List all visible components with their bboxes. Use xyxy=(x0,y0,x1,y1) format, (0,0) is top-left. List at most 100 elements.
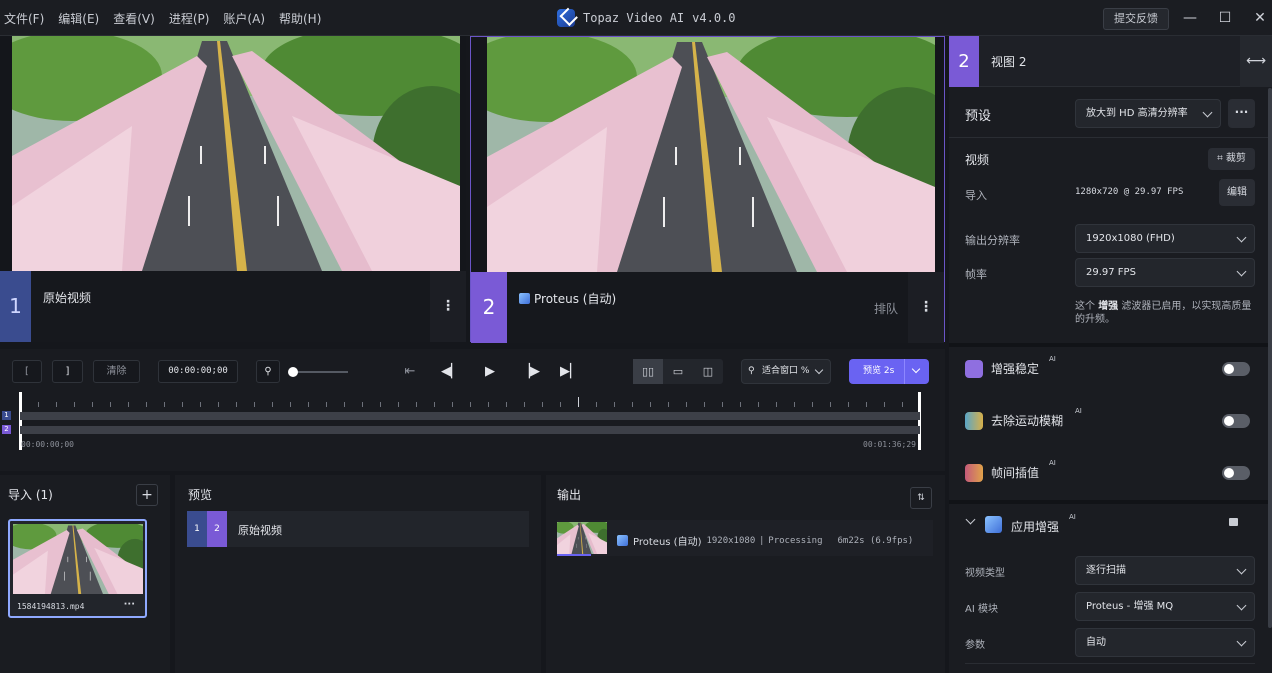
menu-bar: 文件(F) 编辑(E) 查看(V) 进程(P) 账户(A) 帮助(H) xyxy=(4,10,321,27)
preset-more-button[interactable]: ··· xyxy=(1228,99,1255,128)
sort-icon[interactable]: ⇅ xyxy=(910,487,932,509)
menu-account[interactable]: 账户(A) xyxy=(223,10,265,27)
jump-end-icon[interactable]: ▶▏ xyxy=(560,360,580,383)
zoom-fit-select[interactable]: ⚲ 适合窗口 % xyxy=(741,359,831,384)
more-options-icon[interactable]: ⋮ xyxy=(430,271,466,342)
ruler-tick xyxy=(110,402,111,407)
feedback-button[interactable]: 提交反馈 xyxy=(1103,8,1169,30)
view-header: 2 视图 2 ⟷ xyxy=(949,36,1272,87)
timeline-ruler[interactable] xyxy=(20,396,921,410)
zoom-slider-track[interactable] xyxy=(292,371,348,373)
ruler-tick xyxy=(650,402,651,407)
viewer-pane-enhanced[interactable]: 2 Proteus (自动) 排队 ⋮ xyxy=(470,36,945,343)
apply-enhance-label: 应用增强 xyxy=(1011,520,1060,534)
scrollbar[interactable] xyxy=(1268,88,1272,628)
ruler-tick xyxy=(92,402,93,407)
enhance-note: 这个 增强 滤波器已启用，以实现高质量的升频。 xyxy=(1075,301,1252,325)
video-type-select[interactable]: 逐行扫描 xyxy=(1075,556,1255,585)
viewer-pane-original[interactable]: 1 原始视频 ⋮ xyxy=(0,36,466,342)
timeline-end-time: 00:01:36;29 xyxy=(863,440,916,449)
more-options-icon[interactable]: ··· xyxy=(124,599,135,610)
model-label: Proteus (自动) xyxy=(534,292,617,306)
swap-arrows-icon[interactable]: ⟷ xyxy=(1240,36,1272,87)
out-point-handle[interactable] xyxy=(918,392,921,450)
menu-view[interactable]: 查看(V) xyxy=(113,10,155,27)
video-thumbnail xyxy=(557,522,607,554)
edit-button[interactable]: 编辑 xyxy=(1219,179,1255,206)
ruler-tick xyxy=(236,402,237,407)
ruler-tick xyxy=(56,402,57,407)
ruler-tick xyxy=(182,402,183,407)
menu-file[interactable]: 文件(F) xyxy=(4,10,44,27)
job-progress-bar xyxy=(557,554,591,556)
ruler-tick xyxy=(668,402,669,407)
ruler-tick xyxy=(830,402,831,407)
ruler-tick xyxy=(578,397,579,407)
preset-select[interactable]: 放大到 HD 高清分辨率 xyxy=(1075,99,1221,128)
crop-button[interactable]: ⌗ 裁剪 xyxy=(1208,148,1255,170)
ai-model-select[interactable]: Proteus - 增强 MQ xyxy=(1075,592,1255,621)
output-resolution-label: 输出分辨率 xyxy=(965,234,1020,247)
ruler-tick xyxy=(308,402,309,407)
minimize-icon[interactable]: — xyxy=(1181,9,1199,27)
import-label: 导入 xyxy=(965,189,987,202)
ruler-tick xyxy=(452,402,453,407)
feature-frame-interpolation[interactable]: 帧间插值 AI xyxy=(949,447,1272,499)
output-resolution-select[interactable]: 1920x1080 (FHD) xyxy=(1075,224,1255,253)
more-options-icon[interactable]: ⋮ xyxy=(908,272,944,343)
import-title: 导入 (1) xyxy=(8,488,53,502)
single-view-icon[interactable]: ▭ xyxy=(663,359,693,384)
framerate-select[interactable]: 29.97 FPS xyxy=(1075,258,1255,287)
ruler-tick xyxy=(596,402,597,407)
list-item-label: 原始视频 xyxy=(238,524,282,537)
mark-in-button[interactable]: [ xyxy=(12,360,42,383)
preview-button[interactable]: 预览 2s xyxy=(849,359,929,384)
divider xyxy=(949,137,1272,138)
play-icon[interactable]: ▶ xyxy=(480,360,500,383)
topaz-logo-icon xyxy=(557,9,575,27)
mark-out-button[interactable]: ] xyxy=(52,360,83,383)
apply-enhance-header[interactable]: 应用增强 AI xyxy=(949,504,1272,544)
settings-panel: 2 视图 2 ⟷ 预设 放大到 HD 高清分辨率 ··· 视频 ⌗ 裁剪 导入 … xyxy=(949,36,1272,673)
zoom-icon[interactable]: ⚲ xyxy=(256,360,280,383)
list-item[interactable]: 1 2 原始视频 xyxy=(187,511,529,547)
maximize-icon[interactable]: ☐ xyxy=(1216,9,1234,27)
close-icon[interactable]: ✕ xyxy=(1251,9,1269,27)
step-forward-icon[interactable]: ▕▶ xyxy=(520,360,540,383)
menu-help[interactable]: 帮助(H) xyxy=(279,10,321,27)
jump-start-icon[interactable]: ⇤ xyxy=(400,360,420,383)
ruler-tick xyxy=(542,402,543,407)
step-back-icon[interactable]: ◀▏ xyxy=(441,360,461,383)
side-by-side-icon[interactable]: ▯▯ xyxy=(633,359,663,384)
chevron-down-icon[interactable] xyxy=(911,364,921,374)
timecode-input[interactable]: 00:00:00;00 xyxy=(158,360,238,383)
clear-button[interactable]: 清除 xyxy=(93,360,140,383)
output-job-row[interactable]: Proteus (自动) 1920x1080 | Processing 6m22… xyxy=(557,520,933,556)
params-select[interactable]: 自动 xyxy=(1075,628,1255,657)
ruler-tick xyxy=(74,402,75,407)
menu-process[interactable]: 进程(P) xyxy=(169,10,210,27)
add-import-button[interactable]: + xyxy=(136,484,158,506)
timeline-track-2[interactable] xyxy=(20,426,920,434)
zoom-slider-handle[interactable] xyxy=(288,367,298,377)
motion-deblur-toggle[interactable] xyxy=(1222,414,1250,428)
menu-edit[interactable]: 编辑(E) xyxy=(58,10,99,27)
output-panel: 输出 ⇅ Proteus (自动) 1920x1080 | Processing… xyxy=(546,475,945,673)
pane-label: Proteus (自动) xyxy=(519,290,616,307)
feature-stabilize[interactable]: 增强稳定 AI xyxy=(949,343,1272,395)
output-title: 输出 xyxy=(557,488,582,502)
import-file-card[interactable]: 1584194813.mp4 ··· xyxy=(8,519,147,618)
stabilize-toggle[interactable] xyxy=(1222,362,1250,376)
ruler-tick xyxy=(416,402,417,407)
chevron-down-icon xyxy=(814,365,824,375)
view-number: 2 xyxy=(949,36,979,87)
feature-motion-deblur[interactable]: 去除运动模糊 AI xyxy=(949,395,1272,447)
chevron-down-icon xyxy=(1236,232,1247,243)
timeline-track-1[interactable] xyxy=(20,412,920,420)
pane-number: 1 xyxy=(0,271,31,342)
frame-interpolation-toggle[interactable] xyxy=(1222,466,1250,480)
ai-model-value: Proteus - 增强 MQ xyxy=(1086,601,1174,612)
split-view-icon[interactable]: ◫ xyxy=(693,359,723,384)
frame-interpolation-icon xyxy=(965,464,983,482)
preview-list-panel: 预览 1 2 原始视频 xyxy=(175,475,541,673)
